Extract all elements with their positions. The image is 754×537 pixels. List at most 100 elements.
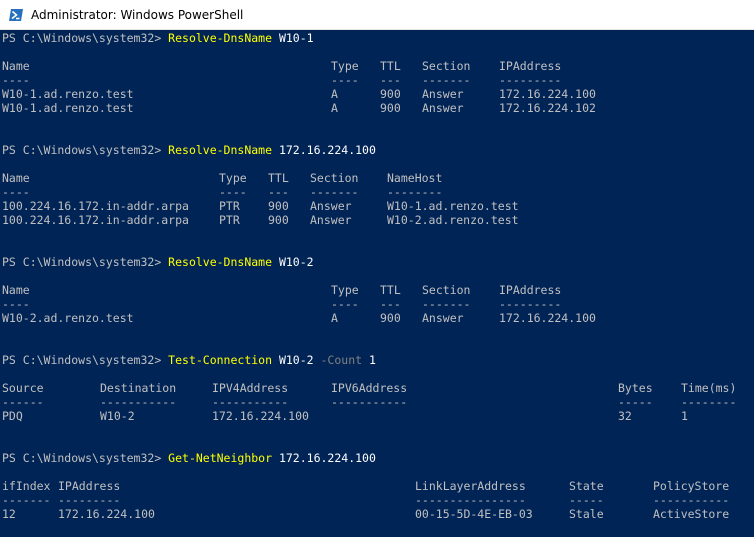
table-cell: Answer (422, 311, 464, 325)
column-header: TTL (380, 59, 401, 73)
table-cell: W10-1.ad.renzo.test (387, 199, 519, 213)
table-cell: 900 (380, 87, 401, 101)
command-parameter: -Count (313, 353, 363, 367)
table-cell: A (331, 101, 338, 115)
powershell-icon (9, 9, 23, 21)
table-cell: W10-2 (100, 409, 135, 423)
column-header: Type (331, 59, 359, 73)
table-cell: 900 (268, 213, 289, 227)
column-dashes: ----- (618, 395, 653, 409)
column-header: Name (2, 59, 30, 73)
table-cell: Answer (310, 213, 352, 227)
table-cell: 900 (380, 311, 401, 325)
parameter-value: 1 (362, 353, 376, 367)
table-separator: ---- ---- --- ------- --------- (2, 297, 752, 311)
column-dashes: ----- (569, 493, 604, 507)
table-cell: 12 (2, 507, 16, 521)
column-dashes: ---- (331, 73, 359, 87)
column-dashes: --------- (499, 297, 562, 311)
table-cell: Answer (422, 87, 464, 101)
command-argument: W10-1 (272, 31, 314, 45)
table-cell: PDQ (2, 409, 23, 423)
command-argument: 172.16.224.100 (272, 143, 376, 157)
column-header: Time(ms) (681, 381, 737, 395)
table-header: Name Type TTL Section IPAddress (2, 59, 752, 73)
table-row: W10-1.ad.renzo.test A 900 Answer 172.16.… (2, 87, 752, 101)
column-header: Name (2, 283, 30, 297)
table-cell: Answer (310, 199, 352, 213)
column-dashes: ------- (2, 493, 51, 507)
table-cell: ActiveStore (653, 507, 730, 521)
prompt-line: PS C:\Windows\system32> Resolve-DnsName … (2, 143, 376, 157)
column-dashes: ---- (331, 297, 359, 311)
table-cell: 172.16.224.100 (58, 507, 155, 521)
table-cell: W10-1.ad.renzo.test (2, 87, 134, 101)
table-row: 100.224.16.172.in-addr.arpa PTR 900 Answ… (2, 213, 752, 227)
table-separator: ------ ----------- ----------- ---------… (2, 395, 752, 409)
table-cell: W10-2.ad.renzo.test (2, 311, 134, 325)
table-cell: 32 (618, 409, 632, 423)
table-cell: PTR (219, 199, 240, 213)
prompt-line: PS C:\Windows\system32> Resolve-DnsName … (2, 31, 314, 45)
column-dashes: -------- (387, 185, 443, 199)
column-header: Section (310, 171, 359, 185)
table-cell: 900 (380, 101, 401, 115)
prompt: PS C:\Windows\system32> (2, 451, 169, 465)
column-dashes: ---------------- (415, 493, 526, 507)
table-header: Source Destination IPV4Address IPV6Addre… (2, 381, 752, 395)
table-header: ifIndex IPAddress LinkLayerAddress State… (2, 479, 752, 493)
prompt-line: PS C:\Windows\system32> Get-NetNeighbor … (2, 451, 376, 465)
column-dashes: ------- (422, 297, 471, 311)
column-dashes: ----------- (331, 395, 408, 409)
column-dashes: -------- (681, 395, 737, 409)
column-dashes: --- (380, 73, 401, 87)
column-header: Type (331, 283, 359, 297)
column-header: Type (219, 171, 247, 185)
table-cell: 172.16.224.102 (499, 101, 596, 115)
column-dashes: ------- (422, 73, 471, 87)
column-dashes: ----------- (100, 395, 177, 409)
column-dashes: --------- (499, 73, 562, 87)
command-argument: 172.16.224.100 (272, 451, 376, 465)
table-cell: A (331, 87, 338, 101)
column-header: IPAddress (499, 59, 562, 73)
window-title: Administrator: Windows PowerShell (31, 8, 244, 22)
column-dashes: --- (268, 185, 289, 199)
column-header: IPV6Address (331, 381, 408, 395)
column-header: ifIndex (2, 479, 51, 493)
command: Resolve-DnsName (168, 31, 273, 45)
column-header: Section (422, 59, 471, 73)
prompt: PS C:\Windows\system32> (2, 255, 169, 269)
command-argument: W10-2 (272, 353, 314, 367)
command-argument: W10-2 (272, 255, 314, 269)
prompt: PS C:\Windows\system32> (2, 31, 169, 45)
column-header: LinkLayerAddress (415, 479, 526, 493)
table-row: 100.224.16.172.in-addr.arpa PTR 900 Answ… (2, 199, 752, 213)
title-bar[interactable]: Administrator: Windows PowerShell (0, 0, 754, 30)
column-header: Bytes (618, 381, 653, 395)
powershell-window: Administrator: Windows PowerShell PS C:\… (0, 0, 754, 537)
column-dashes: ---- (219, 185, 247, 199)
column-dashes: ------ (2, 395, 44, 409)
table-row: W10-1.ad.renzo.test A 900 Answer 172.16.… (2, 101, 752, 115)
column-dashes: ----------- (653, 493, 730, 507)
column-header: Name (2, 171, 30, 185)
command: Resolve-DnsName (168, 143, 273, 157)
table-row: 12 172.16.224.100 00-15-5D-4E-EB-03 Stal… (2, 507, 752, 521)
column-dashes: ----------- (212, 395, 289, 409)
table-cell: 100.224.16.172.in-addr.arpa (2, 213, 189, 227)
table-cell: 1 (681, 409, 688, 423)
table-separator: ---- ---- --- ------- -------- (2, 185, 752, 199)
command: Resolve-DnsName (168, 255, 273, 269)
command: Get-NetNeighbor (168, 451, 273, 465)
column-header: State (569, 479, 604, 493)
table-cell: 172.16.224.100 (212, 409, 309, 423)
prompt-line: PS C:\Windows\system32> Test-Connection … (2, 353, 376, 367)
console-output[interactable]: PS C:\Windows\system32> Resolve-DnsName … (2, 30, 754, 537)
table-header: Name Type TTL Section IPAddress (2, 283, 752, 297)
column-header: PolicyStore (653, 479, 730, 493)
column-header: NameHost (387, 171, 443, 185)
column-header: IPAddress (58, 479, 121, 493)
table-cell: Stale (569, 507, 604, 521)
prompt-line: PS C:\Windows\system32> Resolve-DnsName … (2, 255, 314, 269)
